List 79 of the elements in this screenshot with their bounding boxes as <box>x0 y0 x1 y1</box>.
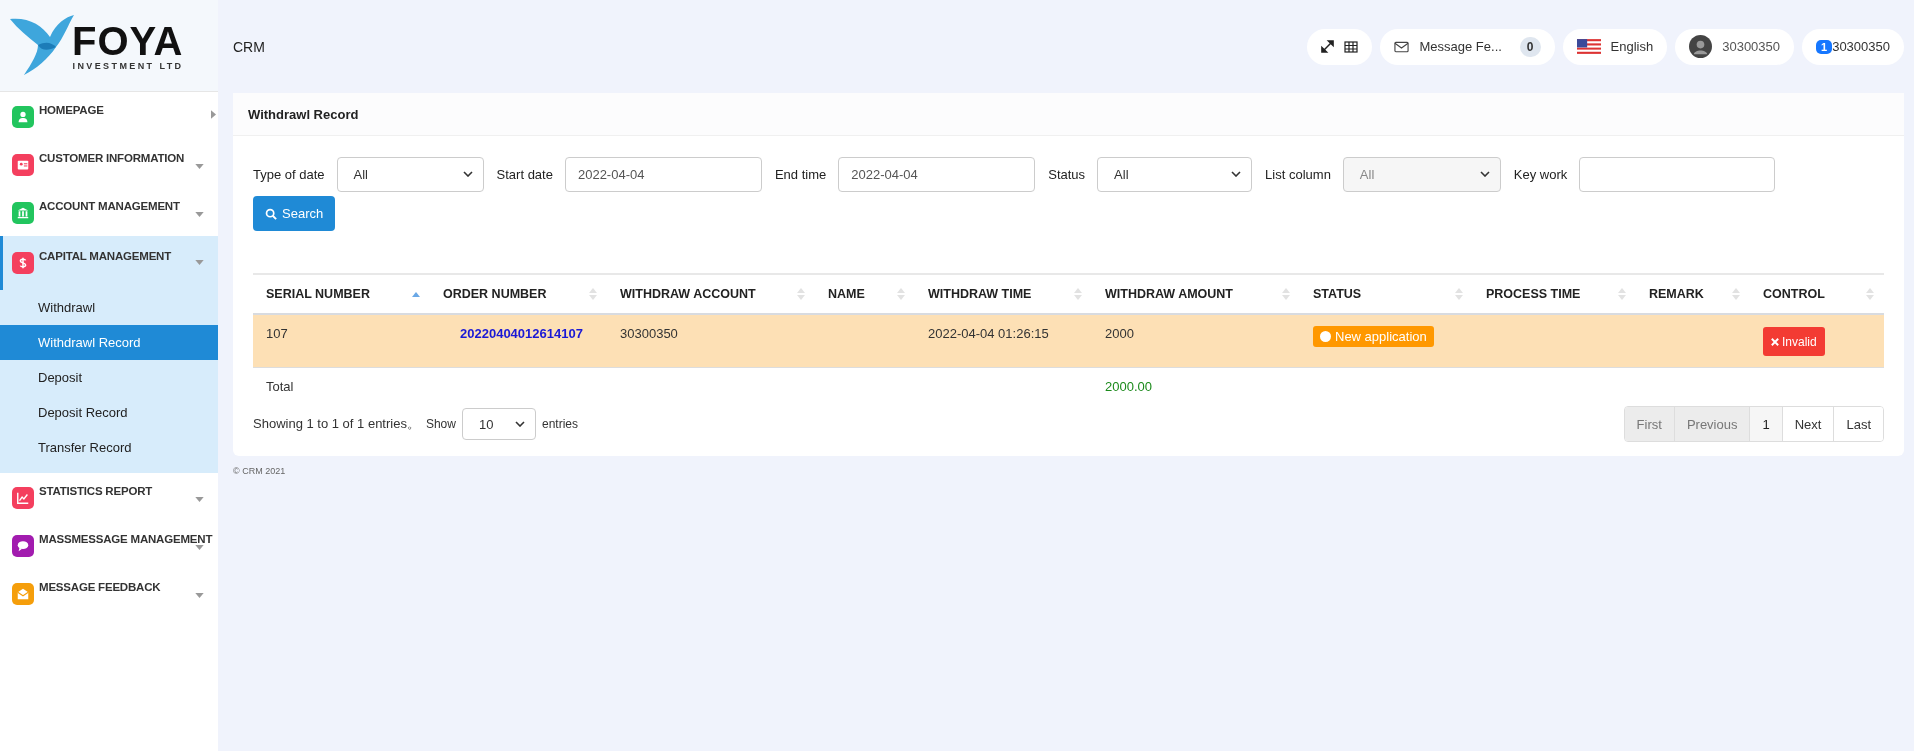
flag-icon <box>1576 39 1601 54</box>
close-icon <box>1771 337 1779 346</box>
table-cell: 2022-04-04 01:26:15 <box>928 326 1049 341</box>
column-header[interactable]: WITHDRAW TIME <box>915 275 1092 313</box>
column-header[interactable]: WITHDRAW AMOUNT <box>1092 275 1300 313</box>
caret-down-icon <box>195 164 204 169</box>
submenu-item[interactable]: Withdrawl Record <box>0 325 218 360</box>
total-amount: 2000.00 <box>1105 379 1152 394</box>
entries-info: Showing 1 to 1 of 1 entries。 <box>253 415 420 433</box>
table-row[interactable]: 107 20220404012614107 30300350 2022-04-04 01:26:15 2000 New application Invalid <box>253 315 1884 368</box>
card-title: Withdrawl Record <box>248 106 359 122</box>
envelope-icon <box>1394 40 1410 53</box>
caret-down-icon <box>195 260 204 265</box>
sidebar-item[interactable]: STATISTICS REPORT <box>0 473 218 521</box>
account-button[interactable]: 1 30300350 <box>1802 28 1904 65</box>
table-cell: 2000 <box>1105 326 1134 341</box>
filter-label: Status <box>1048 166 1086 182</box>
column-header[interactable]: WITHDRAW ACCOUNT <box>607 275 815 313</box>
logo-name: FOYA <box>72 20 184 61</box>
filter-input[interactable] <box>1579 156 1776 192</box>
message-count: 0 <box>1519 36 1541 57</box>
submenu-item[interactable]: Transfer Record <box>0 430 218 465</box>
filter-label: Start date <box>496 166 553 182</box>
chevron-down-icon <box>514 421 525 427</box>
table-icon[interactable] <box>1344 40 1359 53</box>
sidebar-item[interactable]: ACCOUNT MANAGEMENT <box>0 188 218 236</box>
total-label: Total <box>266 379 294 394</box>
filter-label: Type of date <box>253 166 325 182</box>
filter-input[interactable]: 2022-04-04 <box>838 156 1036 192</box>
language-button[interactable]: English <box>1562 28 1668 65</box>
status-badge: New application <box>1313 326 1434 347</box>
fullscreen-icon[interactable] <box>1321 40 1335 53</box>
caret-down-icon <box>195 212 204 217</box>
message-feedback-button[interactable]: Message Fe... 0 <box>1380 28 1555 65</box>
caret-right-icon <box>211 110 216 119</box>
logo-tagline: INVESTMENT LTD <box>72 60 184 71</box>
submenu-item[interactable]: Withdrawl <box>0 290 218 325</box>
sidebar-item[interactable]: CUSTOMER INFORMATION <box>0 140 218 188</box>
page-button[interactable]: 1 <box>1749 407 1782 441</box>
chevron-down-icon <box>462 171 473 177</box>
table-cell: 107 <box>266 326 288 341</box>
invalid-button[interactable]: Invalid <box>1763 327 1825 356</box>
sidebar-item[interactable]: CAPITAL MANAGEMENT <box>0 236 218 290</box>
caret-down-icon <box>195 545 204 550</box>
search-icon <box>265 207 277 220</box>
column-header[interactable]: REMARK <box>1636 275 1750 313</box>
account-badge: 1 <box>1816 39 1833 54</box>
chevron-down-icon <box>1479 171 1490 177</box>
filter-label: List column <box>1265 166 1331 182</box>
filter-label: Key work <box>1513 166 1568 182</box>
column-header[interactable]: SERIAL NUMBER <box>253 275 430 313</box>
table-cell: 30300350 <box>620 326 678 341</box>
caret-down-icon <box>195 593 204 598</box>
column-header[interactable]: STATUS <box>1300 275 1473 313</box>
submenu-item[interactable]: Deposit Record <box>0 395 218 430</box>
show-label: Show <box>425 417 456 431</box>
chevron-down-icon <box>1231 171 1242 177</box>
sidebar-item[interactable]: MESSAGE FEEDBACK <box>0 569 218 617</box>
column-header[interactable]: PROCESS TIME <box>1473 275 1636 313</box>
sidebar-item[interactable]: MASSMESSAGE MANAGEMENT <box>0 521 218 569</box>
column-header[interactable]: ORDER NUMBER <box>430 275 607 313</box>
page-size-select[interactable]: 10 <box>461 408 536 440</box>
page-button[interactable]: Last <box>1833 407 1883 441</box>
copyright-text: © CRM 2021 <box>233 466 287 476</box>
filter-select[interactable]: All <box>336 156 484 192</box>
filter-input[interactable]: 2022-04-04 <box>564 156 762 192</box>
user-button[interactable]: 30300350 <box>1675 28 1795 65</box>
caret-down-icon <box>195 497 204 502</box>
avatar-icon <box>1689 35 1713 58</box>
sidebar-item[interactable]: HOMEPAGE <box>0 92 218 140</box>
submenu-item[interactable]: Deposit <box>0 360 218 395</box>
entries-label: entries <box>541 417 578 431</box>
column-header[interactable]: CONTROL <box>1750 275 1884 313</box>
filter-select[interactable]: All <box>1097 156 1253 192</box>
order-link[interactable]: 20220404012614107 <box>460 326 583 341</box>
page-title: CRM <box>233 38 265 55</box>
filter-label: End time <box>774 166 827 182</box>
search-button[interactable]: Search <box>253 196 336 231</box>
column-header[interactable]: NAME <box>815 275 915 313</box>
